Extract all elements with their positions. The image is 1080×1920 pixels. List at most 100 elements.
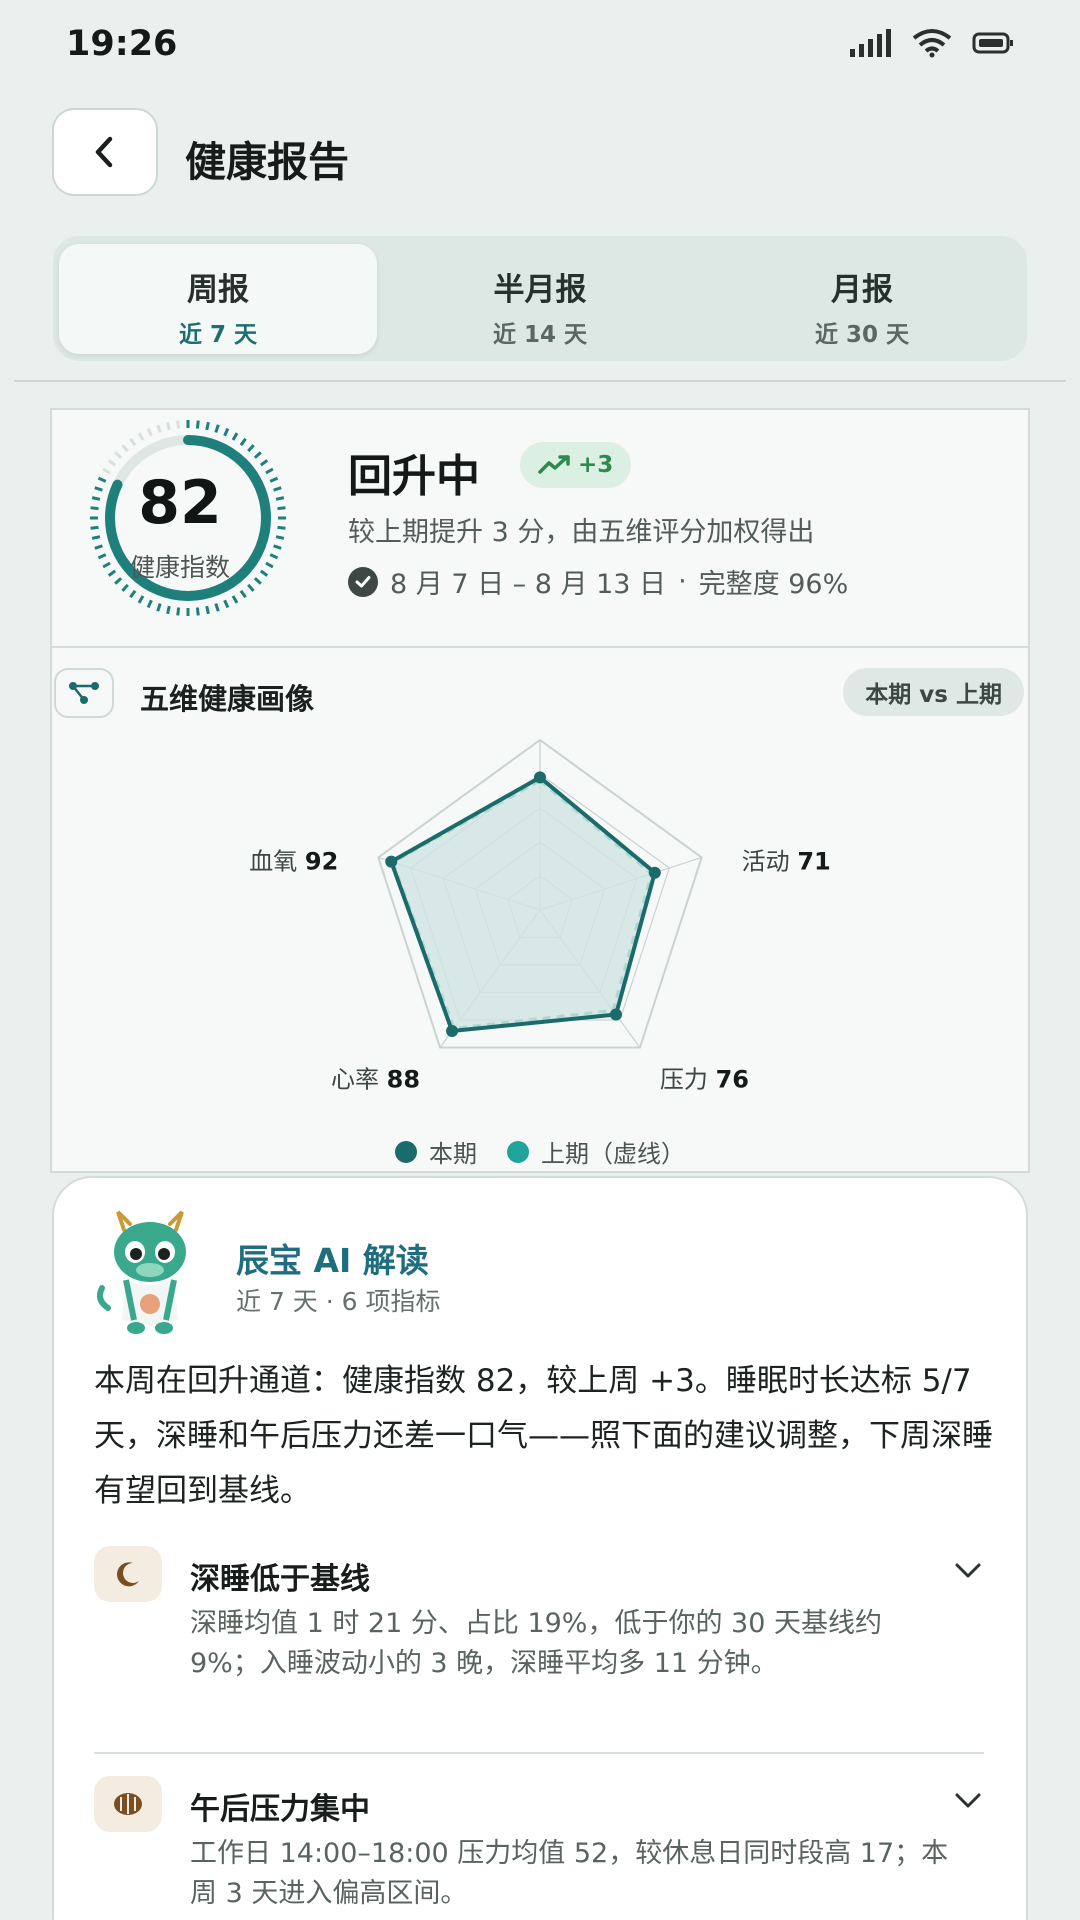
ring-tick [223,599,230,609]
ring-tick [107,459,117,467]
tab-label: 月报 [831,272,893,308]
health-report-screen: 19:26 健康报告 周报 近 7 天 半月报 近 14 天 月报 近 30 天… [0,0,1080,1920]
tab-weekly[interactable]: 周报 近 7 天 [59,244,377,354]
separator-dot: · [678,566,687,597]
insight-title: 午后压力集中 [190,1792,370,1827]
ai-insight-card: 辰宝 AI 解读 近 7 天 · 6 项指标 本周在回升通道：健康指数 82，较… [52,1176,1028,1920]
ai-meta: 近 7 天 · 6 项指标 [236,1287,441,1316]
legend-swatch-current [395,1140,417,1163]
signal-icon [850,29,891,57]
ring-tick [239,437,247,447]
ring-tick [275,496,285,501]
ring-tick [94,544,103,550]
radar-point [648,866,661,879]
tab-label: 周报 [187,272,249,308]
ring-tick [239,589,247,599]
radar-axis-value: 92 [305,847,338,875]
tab-monthly[interactable]: 月报 近 30 天 [703,244,1021,354]
ring-tick [176,607,181,616]
ring-tick [277,525,286,530]
radar-chart: 睡眠 78活动 71压力 76心率 88血氧 92 [249,738,831,1094]
ring-tick [259,569,269,577]
trend-description: 较上期提升 3 分，由五维评分加权得出 [348,517,815,548]
radar-point [534,771,546,784]
ring-tick [166,605,171,615]
header-divider [14,380,1066,382]
ring-tick [205,421,210,431]
ring-tick [214,603,220,612]
insight-body: 深睡均值 1 时 21 分、占比 19%，低于你的 30 天基线约 9%；入睡波… [190,1608,882,1679]
ring-tick [137,432,145,441]
ai-summary: 本周在回升通道：健康指数 82，较上周 +3。睡眠时长达标 5/7 天，深睡和午… [94,1363,993,1509]
trend-title: 回升中 [348,451,480,502]
radar-axis-name: 血氧 [249,847,305,875]
tab-sublabel: 近 14 天 [492,322,588,348]
ring-tick [273,544,282,550]
ring-tick [129,589,137,599]
status-time: 19:26 [66,24,178,64]
insight-item-deep-sleep[interactable]: 深睡低于基线 深睡均值 1 时 21 分、占比 19%，低于你的 30 天基线约… [94,1546,994,1706]
radar-point [385,855,398,868]
ring-tick [253,577,262,585]
moon-icon [94,1546,162,1602]
ring-tick [231,595,239,604]
status-icons [850,28,1014,58]
legend-current: 本期 [395,1134,477,1169]
trend-delta: +3 [578,452,614,478]
ring-tick [265,561,274,569]
radar-current-series [388,774,658,1034]
ring-tick [259,459,269,467]
insight-body: 工作日 14:00–18:00 压力均值 52，较休息日同时段高 17；本周 3… [190,1838,949,1909]
ring-tick [269,553,279,560]
radar-point [609,1008,622,1021]
completeness: 完整度 96% [698,569,849,600]
period-row: 8 月 7 日 – 8 月 13 日 · 完整度 96% [348,562,848,601]
ring-tick [277,506,286,511]
compare-toggle[interactable]: 本期 vs 上期 [843,668,1024,716]
ring-tick [121,583,129,592]
legend-previous-label: 上期（虚线） [541,1140,685,1168]
trend-badge: +3 [520,442,632,488]
tab-sublabel: 近 7 天 [178,322,258,348]
radar-header: 五维健康画像 本期 vs 上期 [52,666,1028,726]
ring-tick [275,535,285,540]
ring-tick [247,583,255,592]
ring-tick [146,427,153,437]
trending-up-icon [538,455,570,474]
wifi-icon [912,29,952,58]
ring-tick [146,599,153,609]
ring-tick [156,603,162,612]
chevron-left-icon [95,136,113,168]
back-button[interactable] [52,108,158,196]
radar-axis-name: 压力 [660,1066,716,1094]
ring-tick [265,467,274,475]
ring-tick [253,451,262,459]
ring-tick [91,496,101,501]
ring-tick [90,525,99,530]
ring-tick [121,444,129,453]
radar-axis-name: 活动 [742,847,798,875]
insight-item-afternoon-stress[interactable]: 午后压力集中 工作日 14:00–18:00 压力均值 52，较休息日同时段高 … [94,1776,994,1916]
ring-tick [156,424,162,433]
ring-tick [97,476,107,483]
radar-axis-name: 心率 [331,1066,387,1094]
chevron-down-icon[interactable] [952,1554,984,1586]
health-score-card: 82 健康指数 回升中 +3 较上期提升 3 分，由五维评分加权得出 8 月 7… [50,408,1030,1173]
ring-tick [90,506,99,511]
ring-tick [269,476,279,483]
nodes-icon [69,682,99,704]
chevron-down-icon[interactable] [952,1784,984,1816]
radar-axis-value: 88 [387,1066,420,1094]
ring-tick [176,420,181,429]
score-label: 健康指数 [129,553,230,582]
card-divider [52,646,1028,648]
tab-half-month[interactable]: 半月报 近 14 天 [381,244,699,354]
radar-axis-label: 压力 76 [660,1066,749,1094]
radar-section-icon [54,668,114,718]
radar-point [446,1025,459,1038]
period-range: 8 月 7 日 – 8 月 13 日 [390,569,667,600]
ring-tick [195,420,200,429]
ring-tick [195,607,200,616]
score-value: 82 [138,468,222,538]
ring-tick [91,535,101,540]
